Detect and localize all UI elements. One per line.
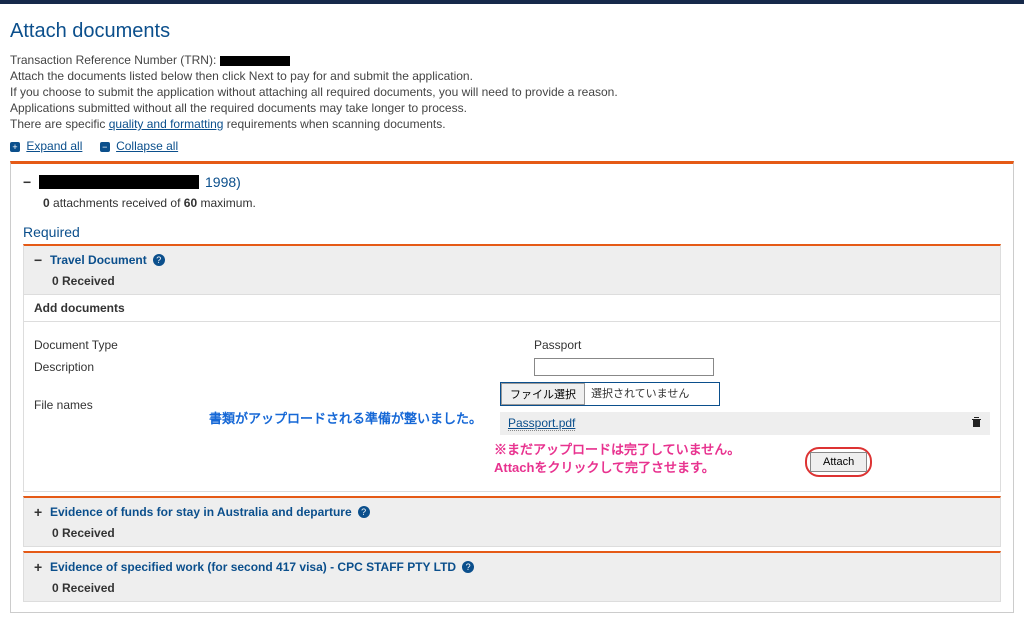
instr-1: Attach the documents listed below then c… [10,69,1014,83]
annotation-warn-2: Attachをクリックして完了させます。 [494,459,804,477]
instr-4: There are specific quality and formattin… [10,117,1014,131]
attachment-count: 0 attachments received of 60 maximum. [43,196,1001,210]
annotation-warning: ※まだアップロードは完了していません。 Attachをクリックして完了させます。 [494,441,804,477]
minus-icon: − [100,142,110,152]
count-max: 60 [184,196,197,210]
remove-file-button[interactable] [971,416,982,431]
annotation-warn-1: ※まだアップロードは完了していません。 [494,441,804,459]
count-suffix: maximum. [200,196,255,210]
doc-type-label: Document Type [34,338,534,352]
collapse-all-button[interactable]: − Collapse all [100,139,178,153]
file-input-wrapper: ファイル選択 選択されていません [500,382,720,406]
count-mid: attachments received of [53,196,184,210]
section-name[interactable]: Evidence of specified work (for second 4… [50,560,456,574]
plus-icon: + [10,142,20,152]
expand-collapse-bar: + Expand all − Collapse all [10,139,1014,153]
help-icon[interactable]: ? [462,561,474,573]
count-received: 0 [43,196,50,210]
instr-2: If you choose to submit the application … [10,85,1014,99]
section-evidence-funds: + Evidence of funds for stay in Australi… [23,496,1001,547]
required-title: Required [23,224,1001,240]
expand-all-button[interactable]: + Expand all [10,139,82,153]
section-header: + Evidence of specified work (for second… [24,553,1000,581]
expand-all-label: Expand all [26,139,82,153]
section-header: + Evidence of funds for stay in Australi… [24,498,1000,526]
section-expand-toggle[interactable]: + [34,504,44,520]
page-title: Attach documents [10,20,1014,43]
received-count: 0 Received [24,274,1000,288]
section-travel-document: − Travel Document ? 0 Received Add docum… [23,244,1001,492]
add-document-form: Document Type Passport Description File … [24,322,1000,491]
section-collapse-toggle[interactable]: − [34,252,44,268]
received-count: 0 Received [24,581,1000,595]
instr-4-suffix: requirements when scanning documents. [227,117,446,131]
doc-type-row: Document Type Passport [34,338,990,352]
description-input[interactable] [534,358,714,376]
section-header: − Travel Document ? [24,246,1000,274]
attach-button[interactable]: Attach [810,452,867,472]
doc-type-value: Passport [534,338,990,352]
trn-line: Transaction Reference Number (TRN): [10,53,1014,67]
description-label: Description [34,360,534,374]
quality-formatting-link[interactable]: quality and formatting [109,117,224,131]
annotation-ready: 書類がアップロードされる準備が整いました。 [209,408,482,427]
filenames-row: File names 書類がアップロードされる準備が整いました。 ファイル選択 … [34,382,990,435]
section-expand-toggle[interactable]: + [34,559,44,575]
trn-label: Transaction Reference Number (TRN): [10,53,216,67]
selected-file-row: Passport.pdf [500,412,990,435]
applicant-row: − 1998) [23,174,1001,190]
help-icon[interactable]: ? [153,254,165,266]
attach-highlight-circle: Attach [805,447,872,477]
attach-documents-page: Attach documents Transaction Reference N… [0,4,1024,633]
trn-redacted [220,56,290,66]
section-evidence-specified-work: + Evidence of specified work (for second… [23,551,1001,602]
applicant-collapse-toggle[interactable]: − [23,174,33,190]
section-name[interactable]: Evidence of funds for stay in Australia … [50,505,352,519]
instr-4-prefix: There are specific [10,117,109,131]
help-icon[interactable]: ? [358,506,370,518]
applicant-panel: − 1998) 0 attachments received of 60 max… [10,161,1014,613]
file-status: 選択されていません [585,383,695,405]
collapse-all-label: Collapse all [116,139,178,153]
received-count: 0 Received [24,526,1000,540]
selected-filename[interactable]: Passport.pdf [508,416,575,431]
file-choose-button[interactable]: ファイル選択 [501,383,585,405]
intro-block: Transaction Reference Number (TRN): Atta… [10,53,1014,131]
add-documents-title: Add documents [24,294,1000,322]
description-row: Description [34,358,990,376]
filenames-label: File names [34,398,93,412]
trash-icon [971,416,982,428]
section-name[interactable]: Travel Document [50,253,147,267]
attach-button-row: ※まだアップロードは完了していません。 Attachをクリックして完了させます。… [34,441,990,487]
instr-3: Applications submitted without all the r… [10,101,1014,115]
applicant-name-redacted [39,175,199,189]
applicant-year: 1998) [205,174,241,190]
